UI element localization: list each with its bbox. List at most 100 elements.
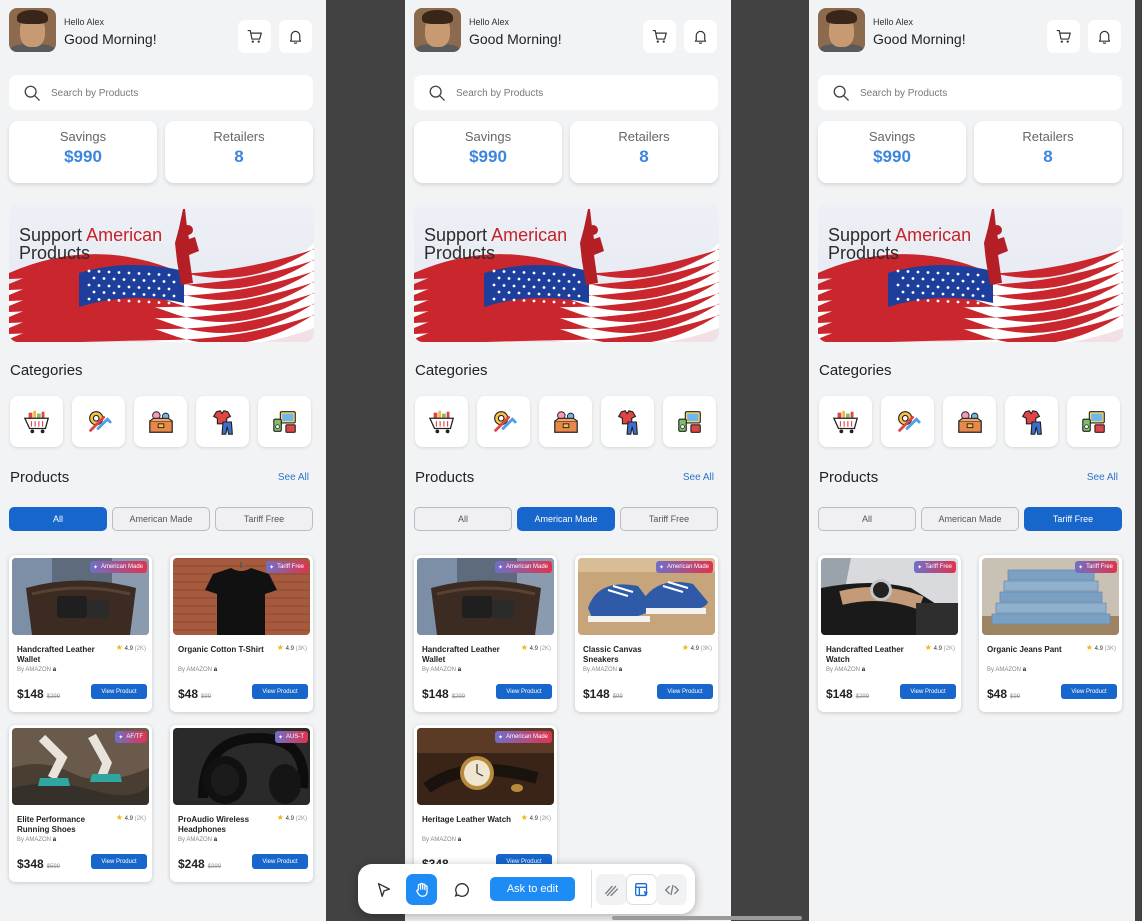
star-icon: ★: [115, 643, 123, 652]
original-price: $99: [201, 694, 212, 700]
filter-tab-all[interactable]: All: [414, 507, 512, 531]
filter-tab-tariff-free[interactable]: Tariff Free: [1024, 507, 1122, 531]
product-image: ✦ American Made: [417, 558, 554, 635]
product-card[interactable]: ✦ AUS-T ProAudio Wireless Headphones ★ 4.9 …: [170, 725, 313, 882]
comment-tool-button[interactable]: [446, 874, 477, 905]
category-tile[interactable]: [477, 396, 530, 447]
view-product-button[interactable]: View Product: [252, 684, 308, 699]
draw-tool-button[interactable]: [596, 874, 627, 905]
search-input[interactable]: [456, 83, 706, 103]
category-tile[interactable]: [10, 396, 63, 447]
view-product-button[interactable]: View Product: [496, 684, 552, 699]
notifications-button[interactable]: [1088, 20, 1121, 53]
star-icon: ★: [924, 643, 932, 652]
banner-title-line2: Products: [19, 243, 91, 263]
avatar[interactable]: [414, 8, 461, 52]
category-tile[interactable]: [258, 396, 311, 447]
product-seller: By AMAZON a: [422, 667, 462, 673]
product-card[interactable]: ✦ American Made Handcrafted Leather Wallet…: [9, 555, 152, 712]
promo-banner[interactable]: Support American Products: [9, 203, 314, 342]
notifications-button[interactable]: [684, 20, 717, 53]
american-flag-illustration: [818, 209, 1123, 342]
filter-tab-tariff-free[interactable]: Tariff Free: [215, 507, 313, 531]
product-image: ✦ American Made: [417, 728, 554, 805]
view-product-button[interactable]: View Product: [252, 854, 308, 869]
product-card[interactable]: ✦ Tariff Free Organic Jeans Pant ★ 4.9 (3K)…: [979, 555, 1122, 712]
hello-text: Hello Alex: [873, 17, 914, 27]
hello-text: Hello Alex: [64, 17, 105, 27]
code-tool-button[interactable]: [656, 874, 687, 905]
avatar[interactable]: [818, 8, 865, 52]
view-product-button[interactable]: View Product: [657, 684, 713, 699]
notifications-button[interactable]: [279, 20, 312, 53]
promo-banner[interactable]: Support American Products: [818, 203, 1123, 342]
product-rating: ★ 4.9 (2K): [520, 643, 551, 652]
product-seller: By AMAZON a: [17, 837, 57, 843]
filter-tab-all[interactable]: All: [9, 507, 107, 531]
filter-tab-american-made[interactable]: American Made: [517, 507, 615, 531]
product-price: $348 $599: [17, 857, 61, 871]
search-input[interactable]: [860, 83, 1110, 103]
category-tile[interactable]: [819, 396, 872, 447]
product-card[interactable]: ✦ Tariff Free Organic Cotton T-Shirt ★ 4.9 …: [170, 555, 313, 712]
avatar[interactable]: [9, 8, 56, 52]
amazon-logo-icon: a: [52, 667, 57, 673]
promo-banner[interactable]: Support American Products: [414, 203, 719, 342]
ask-to-edit-button[interactable]: Ask to edit: [490, 877, 575, 901]
view-product-button[interactable]: View Product: [91, 854, 147, 869]
category-tile[interactable]: [943, 396, 996, 447]
star-icon: ★: [520, 643, 528, 652]
product-card[interactable]: ✦ American Made Heritage Leather Watch ★ 4.…: [414, 725, 557, 882]
savings-card: Savings $990: [818, 121, 966, 183]
banner-title-line2: Products: [828, 243, 900, 263]
view-product-button[interactable]: View Product: [1061, 684, 1117, 699]
product-badge: ✦ Tariff Free: [914, 561, 956, 573]
cart-button[interactable]: [238, 20, 271, 53]
category-tile[interactable]: [72, 396, 125, 447]
category-tile[interactable]: [663, 396, 716, 447]
filter-tab-american-made[interactable]: American Made: [112, 507, 210, 531]
filter-tab-tariff-free[interactable]: Tariff Free: [620, 507, 718, 531]
horizontal-scrollbar[interactable]: [612, 916, 802, 920]
product-name: Organic Jeans Pant: [987, 645, 1062, 654]
product-card[interactable]: ✦ American Made Classic Canvas Sneakers ★ 4…: [575, 555, 718, 712]
product-card[interactable]: ✦ American Made Handcrafted Leather Wallet…: [414, 555, 557, 712]
see-all-link[interactable]: See All: [1056, 472, 1118, 483]
product-seller: By AMAZON a: [583, 667, 623, 673]
category-tile[interactable]: [601, 396, 654, 447]
product-price: $148 $299: [422, 687, 466, 701]
cart-button[interactable]: [1047, 20, 1080, 53]
hand-tool-button[interactable]: [406, 874, 437, 905]
category-tile[interactable]: [881, 396, 934, 447]
category-tile[interactable]: [415, 396, 468, 447]
view-product-button[interactable]: View Product: [900, 684, 956, 699]
filter-tab-american-made[interactable]: American Made: [921, 507, 1019, 531]
pointer-tool-button[interactable]: [368, 874, 399, 905]
product-image: ✦ Tariff Free: [982, 558, 1119, 635]
bell-icon: [287, 28, 304, 45]
header: Hello Alex Good Morning!: [9, 8, 314, 54]
categories-title: Categories: [415, 362, 488, 379]
search-bar[interactable]: [818, 75, 1122, 110]
layout-tool-button[interactable]: [626, 874, 657, 905]
amazon-logo-icon: a: [213, 667, 218, 673]
cart-button[interactable]: [643, 20, 676, 53]
category-tile[interactable]: [196, 396, 249, 447]
view-product-button[interactable]: View Product: [91, 684, 147, 699]
search-input[interactable]: [51, 83, 301, 103]
savings-card: Savings $990: [9, 121, 157, 183]
category-tile[interactable]: [134, 396, 187, 447]
hello-text: Hello Alex: [469, 17, 510, 27]
see-all-link[interactable]: See All: [247, 472, 309, 483]
category-tile[interactable]: [1005, 396, 1058, 447]
search-bar[interactable]: [9, 75, 313, 110]
category-tile[interactable]: [1067, 396, 1120, 447]
product-card[interactable]: ✦ AF/TF Elite Performance Running Shoes ★ 4…: [9, 725, 152, 882]
category-tile[interactable]: [539, 396, 592, 447]
filter-tab-all[interactable]: All: [818, 507, 916, 531]
search-bar[interactable]: [414, 75, 718, 110]
product-card[interactable]: ✦ Tariff Free Handcrafted Leather Watch ★ 4…: [818, 555, 961, 712]
original-price: $99: [1010, 694, 1021, 700]
grocery-cart-icon: [832, 408, 860, 436]
see-all-link[interactable]: See All: [652, 472, 714, 483]
